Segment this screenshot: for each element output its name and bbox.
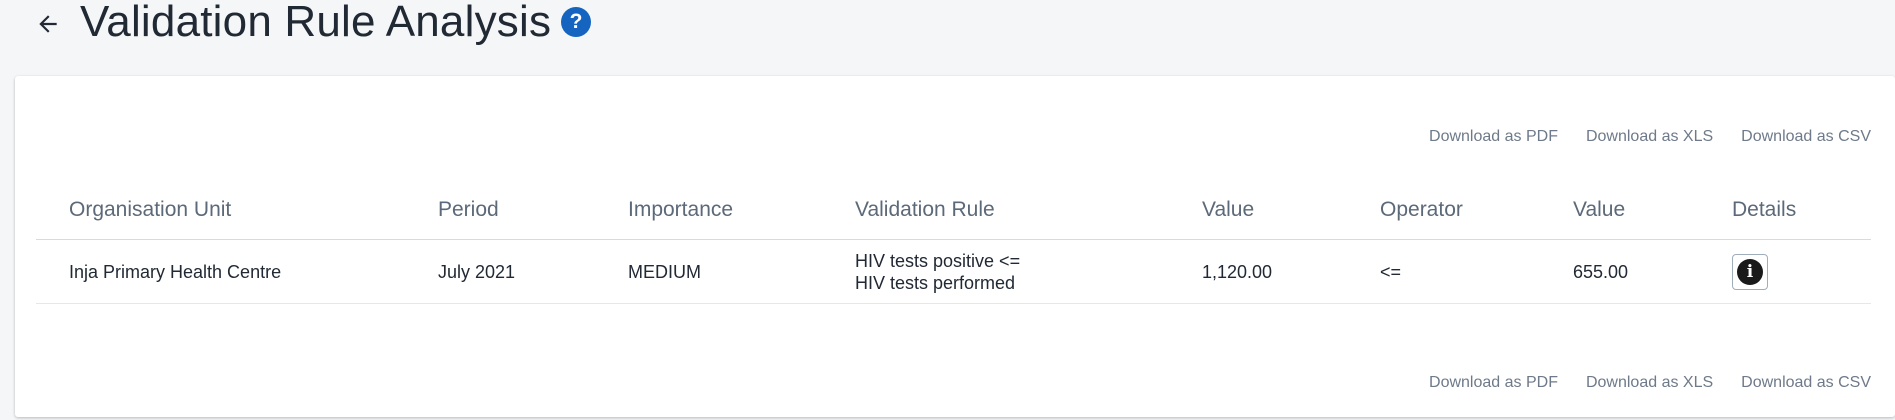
download-bar-top: Download as PDF Download as XLS Download… bbox=[1429, 128, 1871, 146]
download-csv-link[interactable]: Download as CSV bbox=[1741, 128, 1871, 146]
column-header-period[interactable]: Period bbox=[438, 185, 499, 239]
table-header-row: Organisation Unit Period Importance Vali… bbox=[36, 185, 1871, 240]
cell-right-value: 655.00 bbox=[1573, 261, 1629, 282]
download-xls-link[interactable]: Download as XLS bbox=[1586, 128, 1713, 146]
help-button[interactable]: ? bbox=[561, 7, 591, 37]
page-title: Validation Rule Analysis bbox=[80, 0, 552, 46]
cell-validation-rule: HIV tests positive <= HIV tests performe… bbox=[855, 240, 1020, 303]
info-icon: i bbox=[1737, 258, 1763, 285]
column-header-right-value[interactable]: Value bbox=[1573, 185, 1625, 239]
cell-org-unit: Inja Primary Health Centre bbox=[69, 261, 282, 282]
download-pdf-link[interactable]: Download as PDF bbox=[1429, 374, 1558, 392]
table-row: Inja Primary Health Centre July 2021 MED… bbox=[36, 240, 1871, 304]
cell-details: i bbox=[1732, 240, 1768, 303]
rule-line-left: HIV tests positive <= bbox=[855, 250, 1021, 271]
download-xls-link[interactable]: Download as XLS bbox=[1586, 374, 1713, 392]
validation-results-table: Organisation Unit Period Importance Vali… bbox=[36, 185, 1871, 304]
column-header-org-unit[interactable]: Organisation Unit bbox=[69, 185, 231, 239]
download-csv-link[interactable]: Download as CSV bbox=[1741, 374, 1871, 392]
results-card: Download as PDF Download as XLS Download… bbox=[15, 76, 1895, 417]
arrow-left-icon bbox=[39, 15, 57, 33]
cell-period: July 2021 bbox=[438, 261, 516, 282]
page-header: Validation Rule Analysis ? bbox=[0, 0, 1895, 60]
column-header-validation-rule[interactable]: Validation Rule bbox=[855, 185, 995, 239]
details-button[interactable]: i bbox=[1732, 253, 1768, 290]
cell-importance: MEDIUM bbox=[628, 261, 701, 282]
download-pdf-link[interactable]: Download as PDF bbox=[1429, 128, 1558, 146]
cell-left-value: 1,120.00 bbox=[1202, 261, 1273, 282]
cell-operator: <= bbox=[1380, 261, 1402, 282]
download-bar-bottom: Download as PDF Download as XLS Download… bbox=[1429, 374, 1871, 392]
column-header-details: Details bbox=[1732, 198, 1797, 221]
back-button[interactable] bbox=[30, 6, 66, 42]
column-header-left-value[interactable]: Value bbox=[1202, 185, 1254, 239]
help-circle-icon: ? bbox=[569, 10, 583, 33]
rule-line-right: HIV tests performed bbox=[855, 272, 1016, 293]
column-header-importance[interactable]: Importance bbox=[628, 185, 733, 239]
column-header-operator[interactable]: Operator bbox=[1380, 185, 1463, 239]
